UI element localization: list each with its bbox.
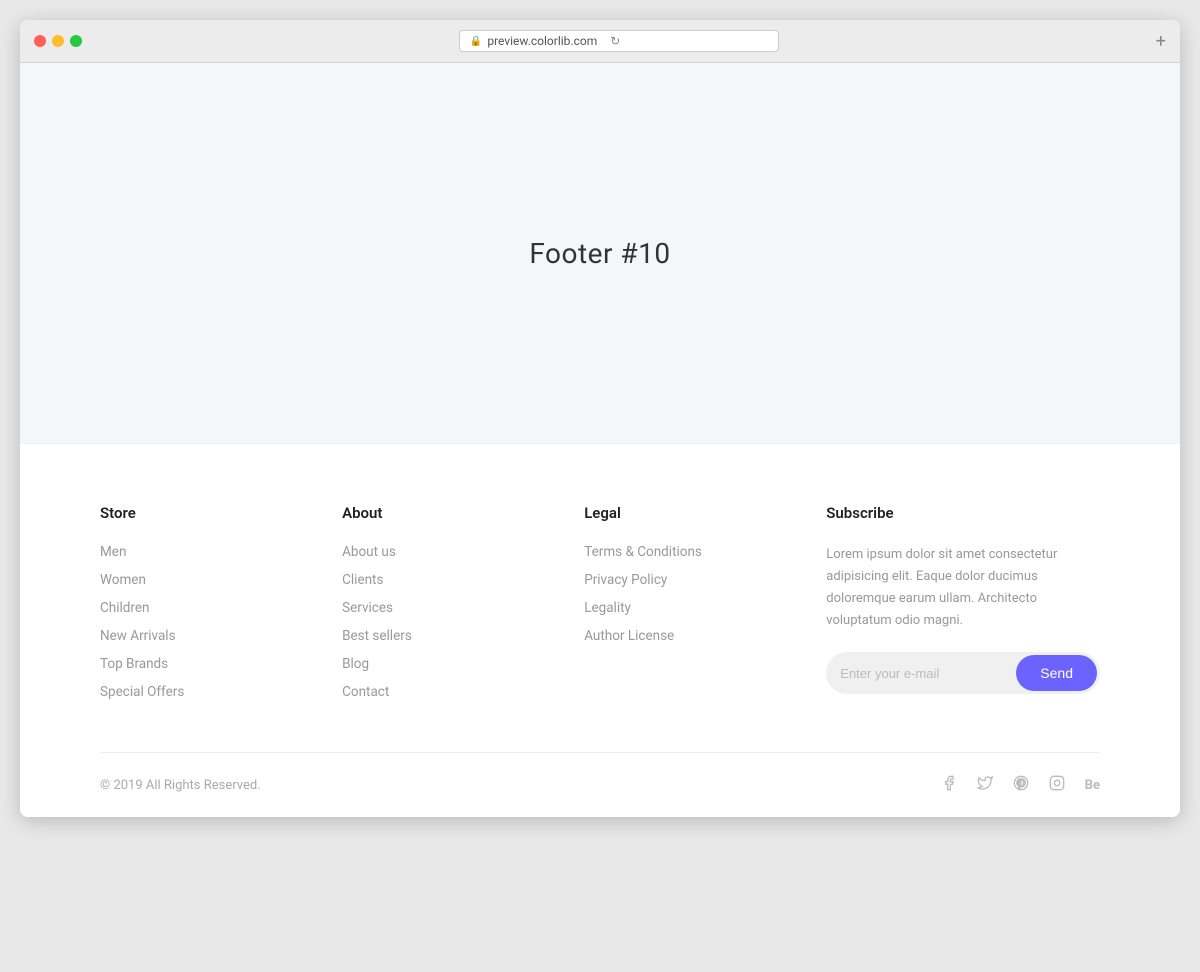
minimize-button[interactable] [52,35,64,47]
footer-col-about: About About us Clients Services Best sel… [342,504,544,712]
store-link-children[interactable]: Children [100,600,302,616]
facebook-icon[interactable] [941,775,957,795]
legal-link-author-license[interactable]: Author License [584,628,786,644]
twitter-icon[interactable] [977,775,993,795]
store-link-women[interactable]: Women [100,572,302,588]
store-heading: Store [100,504,302,522]
maximize-button[interactable] [70,35,82,47]
url-bar[interactable]: 🔒 preview.colorlib.com ↻ [459,30,779,52]
subscribe-form: Send [826,652,1100,694]
about-link-blog[interactable]: Blog [342,656,544,672]
page-title: Footer #10 [529,237,670,270]
subscribe-heading: Subscribe [826,504,1100,522]
url-text: preview.colorlib.com [487,34,597,48]
about-heading: About [342,504,544,522]
close-button[interactable] [34,35,46,47]
footer-col-store: Store Men Women Children New Arrivals To… [100,504,302,712]
footer-col-subscribe: Subscribe Lorem ipsum dolor sit amet con… [826,504,1100,712]
about-link-about-us[interactable]: About us [342,544,544,560]
lock-icon: 🔒 [470,36,482,47]
about-link-best-sellers[interactable]: Best sellers [342,628,544,644]
about-link-contact[interactable]: Contact [342,684,544,700]
behance-icon[interactable]: Be [1085,778,1100,793]
social-icons: Be [941,775,1100,795]
store-link-men[interactable]: Men [100,544,302,560]
legal-link-terms[interactable]: Terms & Conditions [584,544,786,560]
about-link-clients[interactable]: Clients [342,572,544,588]
store-link-new-arrivals[interactable]: New Arrivals [100,628,302,644]
store-link-top-brands[interactable]: Top Brands [100,656,302,672]
legal-link-legality[interactable]: Legality [584,600,786,616]
footer-bottom: © 2019 All Rights Reserved. Be [20,753,1180,817]
email-input[interactable] [840,660,1016,687]
store-link-special-offers[interactable]: Special Offers [100,684,302,700]
refresh-icon[interactable]: ↻ [610,34,620,48]
browser-titlebar: 🔒 preview.colorlib.com ↻ + [20,20,1180,63]
browser-window: 🔒 preview.colorlib.com ↻ + Footer #10 St… [20,20,1180,817]
instagram-icon[interactable] [1049,775,1065,795]
footer: Store Men Women Children New Arrivals To… [20,443,1180,817]
legal-heading: Legal [584,504,786,522]
subscribe-description: Lorem ipsum dolor sit amet consectetur a… [826,544,1100,632]
send-button[interactable]: Send [1016,655,1097,691]
about-link-services[interactable]: Services [342,600,544,616]
new-tab-button[interactable]: + [1156,31,1166,52]
page-body: Footer #10 [20,63,1180,443]
footer-col-legal: Legal Terms & Conditions Privacy Policy … [584,504,786,712]
legal-link-privacy[interactable]: Privacy Policy [584,572,786,588]
copyright-text: © 2019 All Rights Reserved. [100,778,261,793]
traffic-lights [34,35,82,47]
pinterest-icon[interactable] [1013,775,1029,795]
address-bar: 🔒 preview.colorlib.com ↻ [92,30,1146,52]
footer-main: Store Men Women Children New Arrivals To… [20,444,1180,752]
